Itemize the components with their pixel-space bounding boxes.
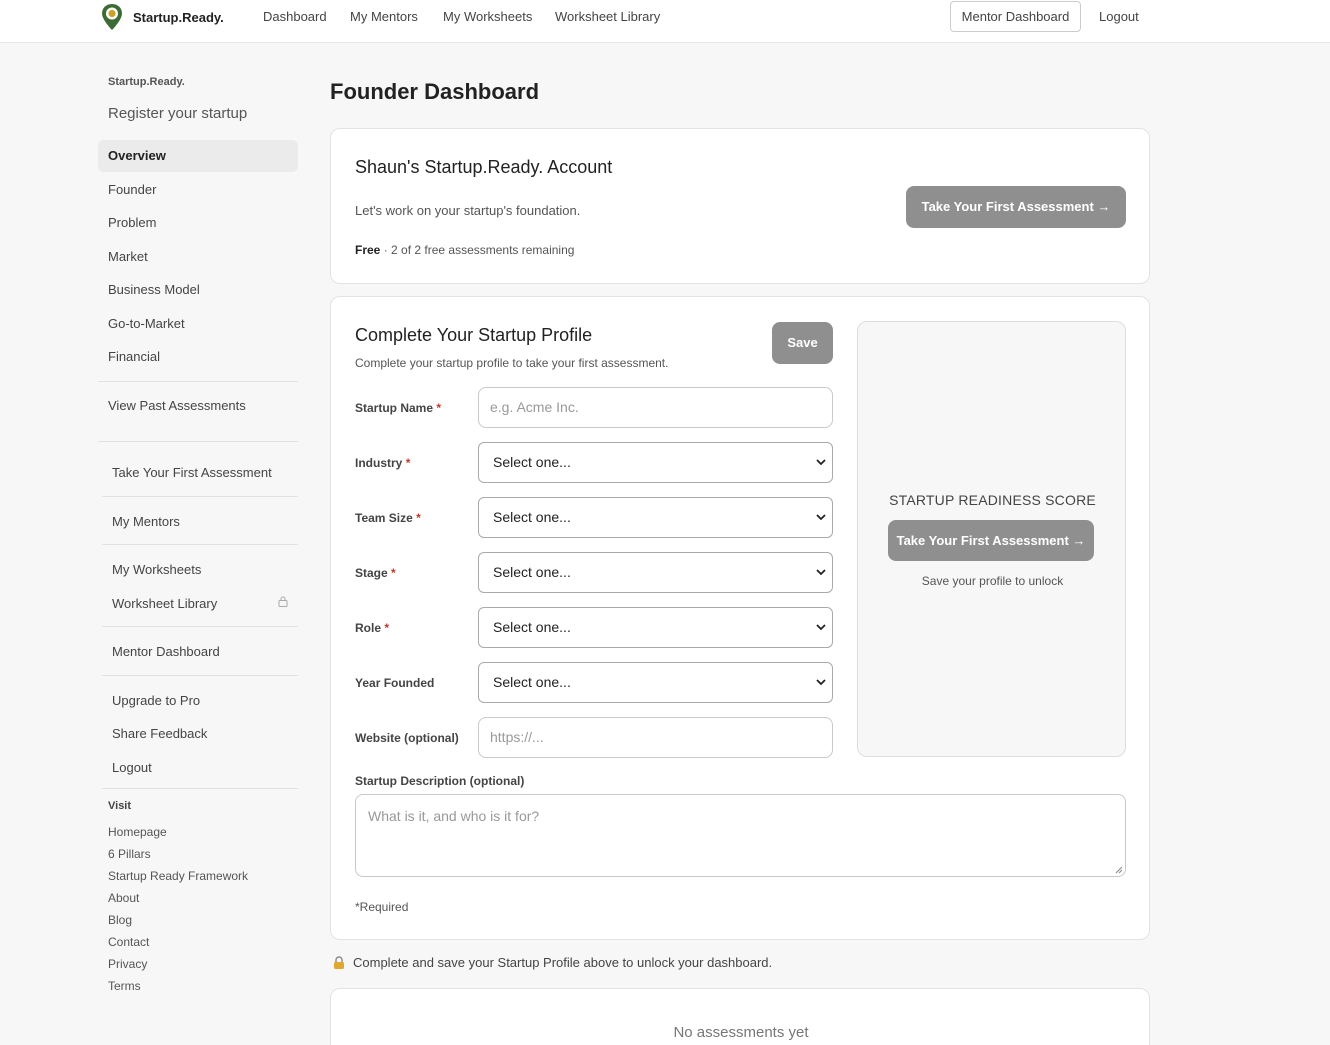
lock-icon — [333, 956, 345, 969]
sidebar-item-founder[interactable]: Founder — [98, 174, 298, 206]
profile-title: Complete Your Startup Profile — [355, 325, 593, 345]
nav-logout[interactable]: Logout — [1099, 9, 1139, 24]
website-label: Website (optional) — [355, 731, 459, 745]
required-note: *Required — [355, 900, 409, 914]
industry-select[interactable]: Select one... — [478, 442, 833, 483]
lock-icon — [278, 596, 288, 610]
plan-badge: Free — [355, 243, 381, 257]
footer-link-homepage[interactable]: Homepage — [108, 825, 167, 839]
unlock-note-text: Complete and save your Startup Profile a… — [353, 955, 773, 970]
stage-label: Stage * — [355, 566, 396, 580]
sidebar-brand: Startup.Ready. — [108, 76, 185, 88]
startup-name-label: Startup Name * — [355, 401, 442, 415]
save-button[interactable]: Save — [772, 322, 833, 364]
chevron-down-icon — [816, 679, 826, 686]
readiness-score-title: STARTUP READINESS SCORE — [889, 492, 1096, 508]
industry-label: Industry * — [355, 456, 411, 470]
divider — [102, 675, 298, 676]
year-founded-label: Year Founded — [355, 676, 435, 690]
role-select[interactable]: Select one... — [478, 607, 833, 648]
sidebar-share-feedback[interactable]: Share Feedback — [112, 726, 207, 741]
sidebar-mentor-dashboard[interactable]: Mentor Dashboard — [112, 644, 220, 659]
assessments-remaining: · 2 of 2 free assessments remaining — [380, 243, 575, 257]
profile-subtitle: Complete your startup profile to take yo… — [355, 356, 669, 370]
nav-dashboard[interactable]: Dashboard — [263, 9, 327, 24]
divider — [102, 788, 298, 789]
mentor-dashboard-button[interactable]: Mentor Dashboard — [950, 1, 1081, 32]
sidebar-item-problem[interactable]: Problem — [98, 207, 298, 239]
chevron-down-icon — [816, 624, 826, 631]
description-textarea[interactable]: What is it, and who is it for? — [355, 794, 1126, 877]
account-title: Shaun's Startup.Ready. Account — [355, 157, 613, 177]
footer-link-blog[interactable]: Blog — [108, 913, 132, 927]
sidebar-item-overview[interactable]: Overview — [98, 140, 298, 172]
divider — [102, 626, 298, 627]
sidebar: Startup.Ready. Register your startup Ove… — [98, 43, 298, 1045]
divider — [102, 544, 298, 545]
nav-worksheet-library[interactable]: Worksheet Library — [555, 9, 660, 24]
sidebar-my-mentors[interactable]: My Mentors — [112, 514, 180, 529]
stage-select[interactable]: Select one... — [478, 552, 833, 593]
plan-status: Free · 2 of 2 free assessments remaining — [355, 243, 574, 257]
readiness-score-panel: STARTUP READINESS SCORE Take Your First … — [857, 321, 1126, 757]
unlock-dashboard-note: Complete and save your Startup Profile a… — [333, 955, 772, 970]
year-founded-select[interactable]: Select one... — [478, 662, 833, 703]
map-pin-icon — [100, 3, 124, 31]
description-label: Startup Description (optional) — [355, 774, 525, 788]
footer-link-contact[interactable]: Contact — [108, 935, 149, 949]
nav-my-mentors[interactable]: My Mentors — [350, 9, 418, 24]
score-take-assessment-button[interactable]: Take Your First Assessment → — [888, 520, 1094, 561]
nav-my-worksheets[interactable]: My Worksheets — [443, 9, 532, 24]
score-unlock-note: Save your profile to unlock — [921, 574, 1064, 588]
assessments-card: No assessments yet — [330, 988, 1150, 1045]
sidebar-logout[interactable]: Logout — [112, 760, 152, 775]
logo-text: Startup.Ready. — [133, 9, 224, 25]
role-label: Role * — [355, 621, 390, 635]
logo[interactable]: Startup.Ready. — [100, 3, 224, 31]
footer-link-6-pillars[interactable]: 6 Pillars — [108, 847, 151, 861]
divider — [98, 441, 298, 442]
resize-handle-icon[interactable] — [1115, 866, 1123, 874]
sidebar-item-business-model[interactable]: Business Model — [98, 274, 298, 306]
sidebar-item-market[interactable]: Market — [98, 241, 298, 273]
top-nav: Startup.Ready. Dashboard My Mentors My W… — [0, 0, 1330, 43]
description-placeholder: What is it, and who is it for? — [368, 808, 540, 824]
sidebar-my-worksheets[interactable]: My Worksheets — [112, 562, 201, 577]
chevron-down-icon — [816, 569, 826, 576]
footer-link-about[interactable]: About — [108, 891, 139, 905]
account-subtitle: Let's work on your startup's foundation. — [355, 203, 581, 218]
sidebar-item-financial[interactable]: Financial — [98, 341, 298, 373]
chevron-down-icon — [816, 459, 826, 466]
footer-link-terms[interactable]: Terms — [108, 979, 141, 993]
no-assessments-text: No assessments yet — [673, 1024, 809, 1041]
divider — [98, 381, 298, 382]
sidebar-take-first-assessment[interactable]: Take Your First Assessment — [112, 465, 272, 480]
footer-link-privacy[interactable]: Privacy — [108, 957, 147, 971]
take-first-assessment-button[interactable]: Take Your First Assessment → — [906, 186, 1126, 228]
profile-card: Complete Your Startup Profile Complete y… — [330, 296, 1150, 940]
chevron-down-icon — [816, 514, 826, 521]
website-input[interactable]: https://... — [478, 717, 833, 758]
startup-name-input[interactable]: e.g. Acme Inc. — [478, 387, 833, 428]
visit-heading: Visit — [108, 800, 132, 812]
sidebar-upgrade-to-pro[interactable]: Upgrade to Pro — [112, 693, 200, 708]
page-title: Founder Dashboard — [330, 79, 540, 104]
account-card: Shaun's Startup.Ready. Account Let's wor… — [330, 128, 1150, 284]
sidebar-register-link[interactable]: Register your startup — [108, 105, 247, 122]
team-size-label: Team Size * — [355, 511, 421, 525]
sidebar-worksheet-library[interactable]: Worksheet Library — [112, 596, 217, 611]
sidebar-item-go-to-market[interactable]: Go-to-Market — [98, 308, 298, 340]
footer-link-framework[interactable]: Startup Ready Framework — [108, 869, 248, 883]
divider — [102, 496, 298, 497]
sidebar-item-view-past-assessments[interactable]: View Past Assessments — [98, 390, 298, 422]
team-size-select[interactable]: Select one... — [478, 497, 833, 538]
